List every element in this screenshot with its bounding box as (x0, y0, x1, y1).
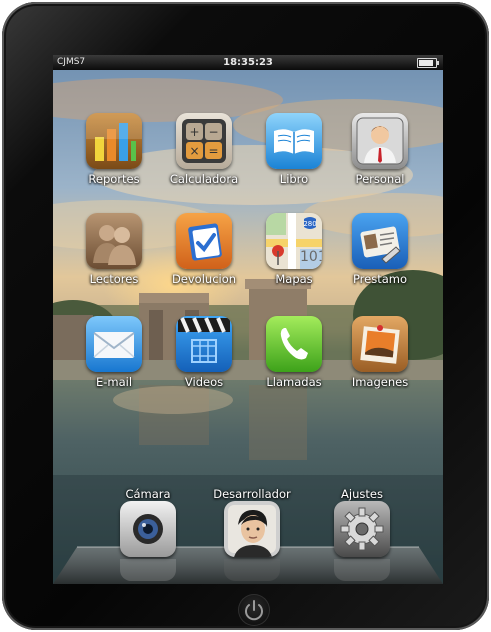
svg-text:+: + (189, 125, 199, 139)
app-label: Personal (355, 172, 405, 186)
calculator-icon: + − × = (176, 113, 232, 169)
dock-label: Ajustes (341, 487, 383, 501)
app-label: Devolucion (171, 272, 237, 286)
app-libro[interactable]: Libro (249, 113, 339, 193)
mail-icon (86, 316, 142, 372)
gear-icon (334, 501, 390, 557)
app-mapas[interactable]: 280 101 Mapas (249, 213, 339, 293)
dock-label: Desarrollador (213, 487, 291, 501)
app-email[interactable]: E-mail (69, 316, 159, 396)
dock-reflection (120, 559, 176, 581)
dock-label: Cámara (125, 487, 171, 501)
developer-avatar-icon (224, 501, 280, 557)
app-label: Imagenes (351, 375, 409, 389)
app-prestamo[interactable]: Prestamo (335, 213, 425, 293)
app-label: Prestamo (352, 272, 408, 286)
status-bar: CJMS7 18:35:23 (53, 55, 443, 70)
app-calculadora[interactable]: + − × = Calculadora (159, 113, 249, 193)
svg-text:=: = (208, 144, 218, 158)
app-reportes[interactable]: Reportes (69, 113, 159, 193)
map-icon: 280 101 (266, 213, 322, 269)
home-button[interactable] (238, 594, 270, 626)
book-icon (266, 113, 322, 169)
bar-chart-icon (86, 113, 142, 169)
dock-app-camara[interactable]: Cámara (103, 487, 193, 584)
app-imagenes[interactable]: Imagenes (335, 316, 425, 396)
battery-icon (417, 58, 439, 68)
map-badge-text: 280 (303, 220, 316, 228)
status-time: 18:35:23 (223, 57, 273, 68)
app-devolucion[interactable]: Devolucion (159, 213, 249, 293)
svg-text:101: 101 (300, 249, 322, 265)
app-personal[interactable]: Personal (335, 113, 425, 193)
dock: Cámara Desarrollador Ajustes (53, 487, 443, 584)
dock-reflection (334, 559, 390, 581)
app-label: Libro (279, 172, 309, 186)
svg-text:×: × (189, 144, 199, 158)
return-check-icon (176, 213, 232, 269)
app-label: Reportes (88, 172, 140, 186)
camera-icon (120, 501, 176, 557)
phone-icon (266, 316, 322, 372)
person-icon (352, 113, 408, 169)
svg-text:−: − (208, 125, 218, 139)
app-label: Calculadora (169, 172, 239, 186)
app-label: Mapas (275, 272, 313, 286)
home-screen: CJMS7 18:35:23 Reportes + − × = Calculad… (53, 55, 443, 584)
clapperboard-icon (176, 316, 232, 372)
photo-icon (352, 316, 408, 372)
power-icon (245, 600, 263, 621)
dock-reflection (224, 559, 280, 581)
app-llamadas[interactable]: Llamadas (249, 316, 339, 396)
tablet-bezel: CJMS7 18:35:23 Reportes + − × = Calculad… (2, 2, 489, 630)
dock-app-desarrollador[interactable]: Desarrollador (207, 487, 297, 584)
app-videos[interactable]: Videos (159, 316, 249, 396)
app-label: Videos (184, 375, 224, 389)
app-lectores[interactable]: Lectores (69, 213, 159, 293)
readers-icon (86, 213, 142, 269)
dock-app-ajustes[interactable]: Ajustes (317, 487, 407, 584)
loan-card-icon (352, 213, 408, 269)
app-label: Llamadas (266, 375, 322, 389)
app-label: Lectores (89, 272, 139, 286)
app-label: E-mail (95, 375, 133, 389)
